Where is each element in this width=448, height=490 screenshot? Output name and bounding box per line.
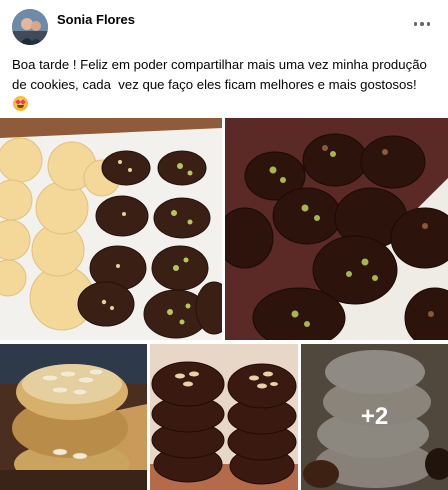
avatar[interactable] [12,9,48,45]
cookie-photo-2 [225,118,448,340]
cookie-photo-1 [0,118,222,340]
more-icon [413,22,418,26]
photo-4[interactable] [150,344,298,490]
cookie-photo-3 [0,344,147,490]
cookie-photo-4 [150,344,298,490]
post-header: Sonia Flores [0,0,448,48]
post-text-body: Boa tarde ! Feliz em poder compartilhar … [12,57,431,92]
post-text: Boa tarde ! Feliz em poder compartilhar … [12,55,432,114]
more-photos-overlay[interactable]: +2 [301,344,448,490]
heart-eyes-emoji-icon [13,96,28,111]
photo-1[interactable] [0,118,222,340]
photo-5-more[interactable]: +2 [301,344,448,490]
photo-2[interactable] [225,118,448,340]
photo-3[interactable] [0,344,147,490]
more-options-button[interactable] [410,14,434,34]
author-name[interactable]: Sonia Flores [57,12,135,28]
avatar-image [12,9,48,45]
more-photos-count: +2 [360,403,389,430]
